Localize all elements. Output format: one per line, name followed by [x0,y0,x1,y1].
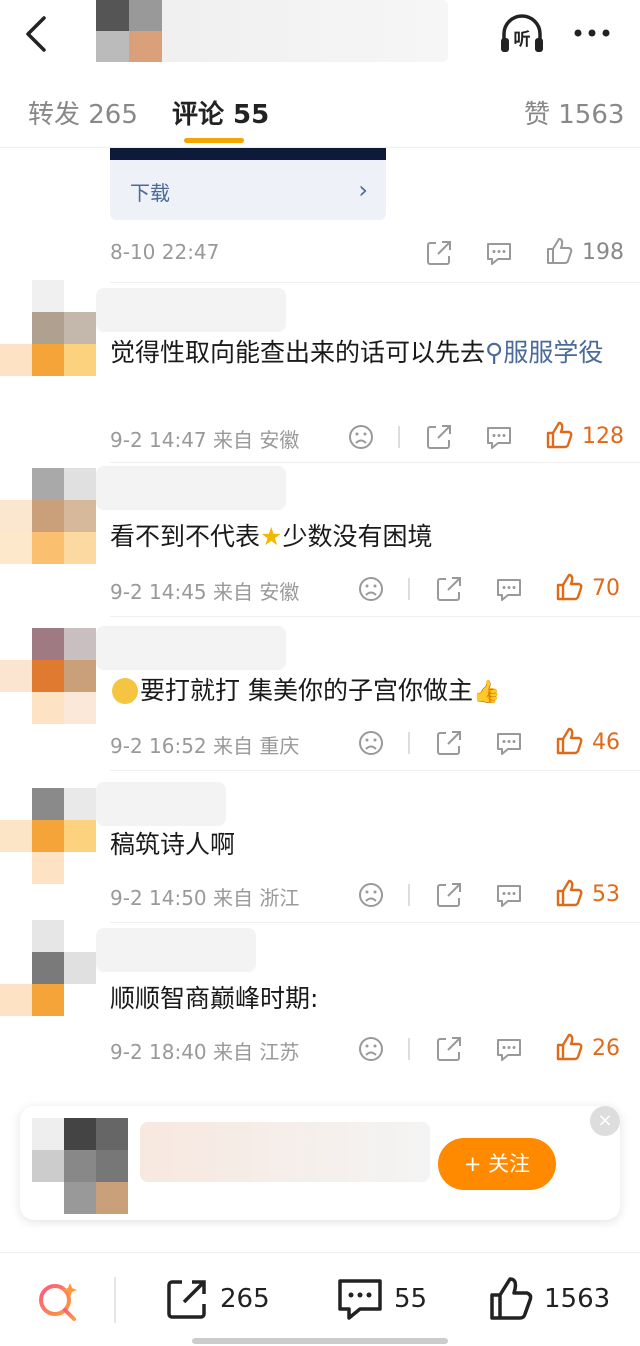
separator [110,462,640,463]
like-count: 128 [582,424,624,449]
dislike-face-icon[interactable] [356,1034,386,1064]
bottom-action-bar: 265 55 1563 [0,1252,640,1346]
like-icon [490,1277,533,1320]
reply-icon[interactable] [494,1034,524,1064]
active-tab-indicator [184,138,244,143]
commenter-avatar[interactable] [0,280,96,376]
like-count: 198 [582,240,624,265]
follow-button[interactable]: + 关注 [438,1138,556,1190]
like-count: 53 [592,882,620,907]
commenter-avatar[interactable] [0,468,96,564]
comment-meta: 9-2 14:45 来自 安徽 [110,580,300,604]
comment-text: 觉得性取向能查出来的话可以先去⚲服服学役 [110,338,604,367]
star-emoji-icon: ★ [260,522,283,551]
like-count: 46 [592,730,620,755]
search-spark-icon[interactable] [36,1279,80,1323]
home-indicator [192,1338,448,1344]
like-count: 70 [592,576,620,601]
share-icon[interactable] [424,238,454,268]
like-icon[interactable] [554,1032,584,1062]
search-link[interactable]: ⚲服服学役 [485,338,603,367]
like-icon[interactable] [554,726,584,756]
commenter-name-blurred[interactable] [96,466,286,510]
comment-text: 稿筑诗人啊 [110,830,236,859]
suggested-user-avatar[interactable] [32,1118,128,1214]
like-icon[interactable] [544,236,574,266]
tab-bar: 转发 265 评论 55 赞 1563 [0,72,640,148]
back-icon[interactable] [18,14,54,54]
commenter-avatar[interactable] [0,788,96,884]
divider [398,426,400,448]
tab-comment[interactable]: 评论 55 [172,94,269,131]
commenter-avatar[interactable] [0,628,96,724]
share-icon[interactable] [424,422,454,452]
commenter-avatar[interactable] [0,920,96,1016]
svg-text:听: 听 [514,29,531,50]
comment-meta: 9-2 14:47 来自 安徽 [110,428,300,452]
commenter-name-blurred[interactable] [96,928,256,972]
dislike-face-icon[interactable] [356,880,386,910]
laugh-cry-emoji-icon [112,678,138,704]
chevron-right-icon: › [358,176,368,204]
divider [408,732,410,754]
divider [408,578,410,600]
author-avatar-blurred[interactable] [96,0,162,62]
share-icon[interactable] [434,1034,464,1064]
divider [114,1277,116,1323]
comment-meta: 9-2 16:52 来自 重庆 [110,734,300,758]
commenter-name-blurred[interactable] [96,782,226,826]
like-icon[interactable] [554,572,584,602]
suggested-user-name-blurred[interactable] [140,1122,430,1182]
close-icon[interactable]: × [590,1106,620,1136]
comment-button[interactable]: 55 [336,1275,427,1323]
comment-icon [338,1279,382,1320]
comment-text: 顺顺智商巅峰时期: [110,984,319,1013]
tab-repost[interactable]: 转发 265 [28,94,138,131]
divider [408,1038,410,1060]
comment-text: 看不到不代表★少数没有困境 [110,522,433,551]
reply-icon[interactable] [484,238,514,268]
download-label: 下载 [130,181,170,205]
comment-time: 8-10 22:47 [110,240,220,264]
share-icon[interactable] [434,574,464,604]
reply-icon[interactable] [494,880,524,910]
more-icon[interactable] [572,18,612,48]
repost-icon [167,1280,206,1319]
reply-icon[interactable] [484,422,514,452]
dislike-face-icon[interactable] [356,728,386,758]
comment-meta: 9-2 14:50 来自 浙江 [110,886,300,910]
attachment-image[interactable] [110,148,386,160]
reply-icon[interactable] [494,728,524,758]
repost-count: 265 [220,1284,270,1314]
listen-icon[interactable]: 听 [498,14,546,54]
dislike-face-icon[interactable] [356,574,386,604]
dislike-face-icon[interactable] [346,422,376,452]
separator [110,922,640,923]
commenter-name-blurred[interactable] [96,626,286,670]
like-count: 26 [592,1036,620,1061]
share-icon[interactable] [434,880,464,910]
share-icon[interactable] [434,728,464,758]
separator [110,282,640,283]
like-count: 1563 [544,1284,611,1314]
comment-meta: 9-2 18:40 来自 江苏 [110,1040,300,1064]
divider [408,884,410,906]
like-icon[interactable] [554,878,584,908]
like-icon[interactable] [544,420,574,450]
like-button[interactable]: 1563 [488,1275,610,1323]
top-bar: 听 [0,0,640,70]
comment-count: 55 [394,1284,428,1314]
repost-button[interactable]: 265 [164,1275,270,1323]
comment-text: 要打就打 集美你的子宫你做主👍 [110,674,500,710]
commenter-name-blurred[interactable] [96,288,286,332]
reply-icon[interactable] [494,574,524,604]
separator [110,770,640,771]
download-card[interactable]: 下载 › [110,160,386,220]
tab-like[interactable]: 赞 1563 [524,94,624,131]
thumbs-up-emoji-icon: 👍 [472,680,501,705]
separator [110,616,640,617]
